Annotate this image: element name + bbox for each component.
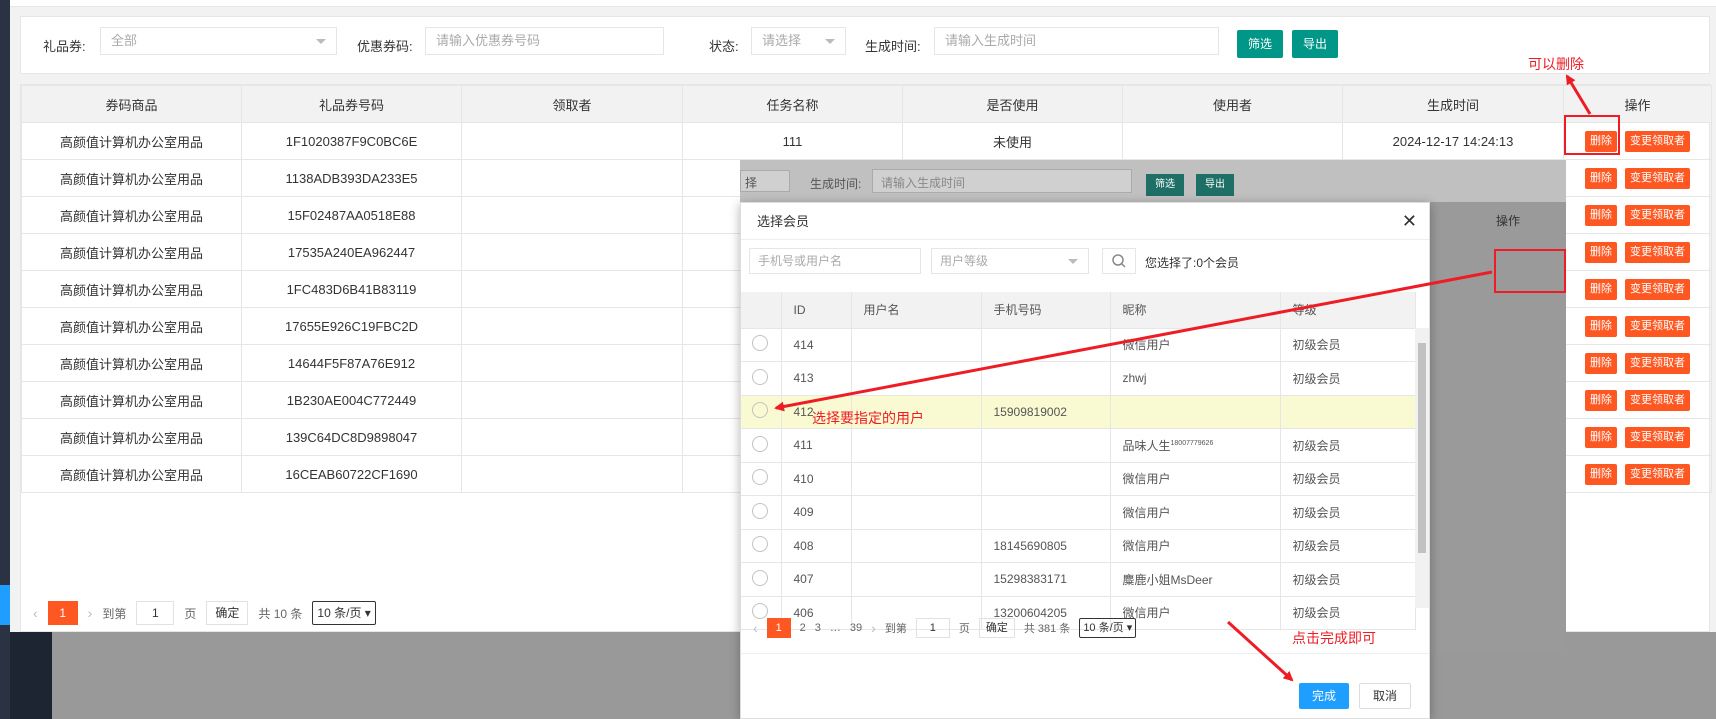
arrow-to-done (1226, 620, 1294, 682)
annotation-arrows (774, 74, 1592, 682)
arrow-to-delete (1565, 74, 1592, 115)
arrow-to-radio (774, 270, 1493, 412)
